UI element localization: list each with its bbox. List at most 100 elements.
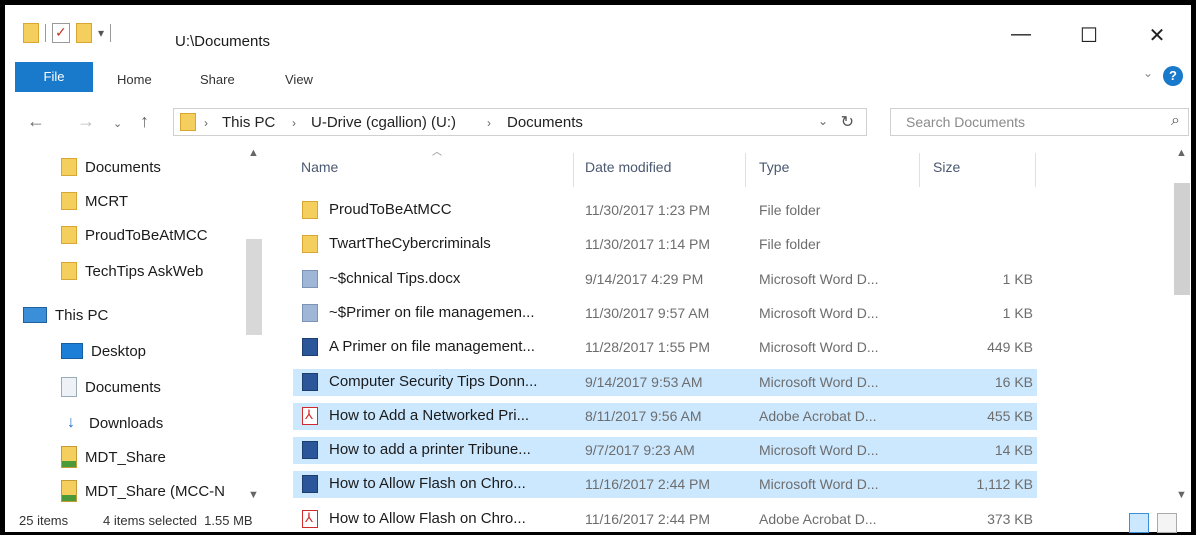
- table-row[interactable]: ~$Primer on file managemen... 11/30/2017 …: [293, 300, 1037, 327]
- search-input[interactable]: Search Documents: [906, 114, 1025, 130]
- file-date-modified: 11/30/2017 1:23 PM: [585, 202, 711, 218]
- file-type: Microsoft Word D...: [759, 373, 879, 390]
- search-box[interactable]: Search Documents ⌕: [890, 108, 1189, 136]
- file-type: Microsoft Word D...: [759, 442, 879, 459]
- breadcrumb-this-pc[interactable]: This PC: [222, 114, 275, 131]
- nav-item-mdt-share[interactable]: MDT_Share: [61, 445, 166, 469]
- address-bar[interactable]: › This PC › U-Drive (cgallion) (U:) › Do…: [173, 108, 867, 136]
- nav-item-label: MDT_Share (MCC-N: [85, 482, 226, 500]
- nav-item-label: Documents: [85, 158, 161, 176]
- column-divider[interactable]: [919, 153, 920, 187]
- file-size: 455 KB: [987, 407, 1033, 424]
- column-divider[interactable]: [573, 153, 574, 187]
- maximize-button[interactable]: ☐: [1055, 23, 1123, 48]
- nav-item-documents-quick[interactable]: Documents: [61, 155, 161, 179]
- title-bar: ▾ U:\Documents — ☐ ✕: [5, 5, 1191, 57]
- new-folder-icon[interactable]: [76, 23, 92, 43]
- search-icon: ⌕: [1171, 112, 1180, 129]
- network-share-icon: [61, 480, 77, 502]
- file-date-modified: 9/7/2017 9:23 AM: [585, 442, 695, 459]
- table-row[interactable]: How to add a printer Tribune... 9/7/2017 …: [293, 437, 1037, 465]
- table-row[interactable]: ProudToBeAtMCC 11/30/2017 1:23 PM File fol…: [293, 197, 1037, 224]
- nav-item-mdt-share-mcc[interactable]: MDT_Share (MCC-N: [61, 479, 225, 503]
- chevron-right-icon: ›: [204, 116, 208, 130]
- file-date-modified: 11/28/2017 1:55 PM: [585, 339, 711, 356]
- tab-file[interactable]: File: [15, 62, 93, 92]
- scrollbar-thumb[interactable]: [246, 239, 262, 335]
- file-name: TwartTheCybercriminals: [329, 235, 491, 253]
- refresh-icon[interactable]: ↻: [841, 112, 854, 132]
- word-document-icon: [302, 303, 318, 322]
- table-row[interactable]: A Primer on file management... 11/28/2017…: [293, 334, 1037, 361]
- customize-toolbar-icon[interactable]: ▾: [98, 26, 104, 40]
- properties-icon[interactable]: [52, 23, 70, 43]
- column-header-date-modified[interactable]: Date modified: [585, 159, 671, 175]
- help-icon[interactable]: ?: [1163, 66, 1183, 86]
- folder-icon: [61, 192, 77, 210]
- word-document-icon: [302, 475, 318, 494]
- table-row[interactable]: TwartTheCybercriminals 11/30/2017 1:14 PM…: [293, 231, 1037, 258]
- navigation-pane: Documents MCRT ProudToBeAtMCC TechTips A…: [5, 143, 267, 505]
- nav-item-mcrt[interactable]: MCRT: [61, 189, 128, 213]
- nav-item-techtips-askweb[interactable]: TechTips AskWeb: [61, 259, 203, 283]
- details-view-icon[interactable]: [1129, 513, 1149, 533]
- folder-icon: [23, 23, 39, 43]
- large-icons-view-icon[interactable]: [1157, 513, 1177, 533]
- file-type: Microsoft Word D...: [759, 476, 879, 493]
- scroll-down-icon[interactable]: ▼: [248, 489, 259, 501]
- tab-share[interactable]: Share: [200, 72, 235, 87]
- file-name: How to Add a Networked Pri...: [329, 406, 530, 424]
- scroll-up-icon[interactable]: ▲: [248, 147, 259, 159]
- nav-item-documents[interactable]: Documents: [61, 375, 161, 399]
- close-button[interactable]: ✕: [1123, 23, 1191, 48]
- column-header-type[interactable]: Type: [759, 159, 789, 175]
- recent-locations-icon[interactable]: ⌄: [113, 117, 122, 130]
- scrollbar-thumb[interactable]: [1174, 183, 1190, 295]
- breadcrumb-documents[interactable]: Documents: [507, 114, 583, 131]
- nav-item-downloads[interactable]: ↓ Downloads: [61, 411, 163, 435]
- scroll-up-icon[interactable]: ▲: [1176, 147, 1187, 159]
- breadcrumb-u-drive[interactable]: U-Drive (cgallion) (U:): [311, 114, 456, 131]
- column-divider[interactable]: [745, 153, 746, 187]
- file-size: 16 KB: [994, 373, 1033, 390]
- folder-icon: [61, 158, 77, 176]
- file-size: 1 KB: [1002, 270, 1033, 287]
- column-header-name[interactable]: Name: [301, 159, 338, 175]
- folder-icon: [180, 113, 196, 131]
- table-row[interactable]: How to Allow Flash on Chro... 11/16/2017 …: [293, 471, 1037, 499]
- table-row[interactable]: How to Add a Networked Pri... 8/11/2017 9…: [293, 402, 1037, 430]
- minimize-button[interactable]: —: [987, 23, 1055, 48]
- address-dropdown-icon[interactable]: ⌄: [818, 114, 828, 128]
- column-header-size[interactable]: Size: [933, 159, 960, 175]
- tab-view[interactable]: View: [285, 72, 313, 87]
- nav-item-label: ProudToBeAtMCC: [85, 226, 208, 244]
- file-type: File folder: [759, 202, 821, 218]
- file-type: Adobe Acrobat D...: [759, 407, 877, 424]
- selection-info: 4 items selected 1.55 MB: [103, 513, 253, 528]
- word-document-icon: [302, 338, 318, 357]
- nav-item-label: TechTips AskWeb: [85, 262, 204, 280]
- file-list: ︿ Name Date modified Type Size ProudToBe…: [287, 143, 1172, 528]
- file-size: 14 KB: [994, 442, 1033, 459]
- nav-item-this-pc[interactable]: This PC: [23, 303, 108, 327]
- file-type: Microsoft Word D...: [759, 270, 879, 287]
- folder-icon: [302, 201, 318, 219]
- table-row[interactable]: ~$chnical Tips.docx 9/14/2017 4:29 PM Micr…: [293, 266, 1037, 293]
- scroll-down-icon[interactable]: ▼: [1176, 489, 1187, 501]
- nav-item-proudtobeatmcc[interactable]: ProudToBeAtMCC: [61, 223, 208, 247]
- file-date-modified: 9/14/2017 4:29 PM: [585, 270, 704, 287]
- file-list-scrollbar[interactable]: ▲ ▼: [1172, 143, 1192, 505]
- column-divider[interactable]: [1035, 153, 1036, 187]
- nav-item-label: Desktop: [91, 342, 147, 360]
- tab-home[interactable]: Home: [117, 72, 152, 87]
- expand-ribbon-icon[interactable]: ⌄: [1143, 66, 1153, 80]
- nav-item-desktop[interactable]: Desktop: [61, 339, 146, 363]
- network-share-icon: [61, 446, 77, 468]
- back-icon[interactable]: ←: [27, 111, 45, 132]
- nav-pane-scrollbar[interactable]: ▲ ▼: [245, 143, 265, 505]
- up-icon[interactable]: ↑: [140, 111, 149, 132]
- status-bar: 25 items 4 items selected 1.55 MB: [5, 505, 1191, 535]
- table-row[interactable]: Computer Security Tips Donn... 9/14/2017 …: [293, 368, 1037, 396]
- forward-icon[interactable]: →: [77, 111, 95, 132]
- nav-item-label: Documents: [85, 378, 161, 396]
